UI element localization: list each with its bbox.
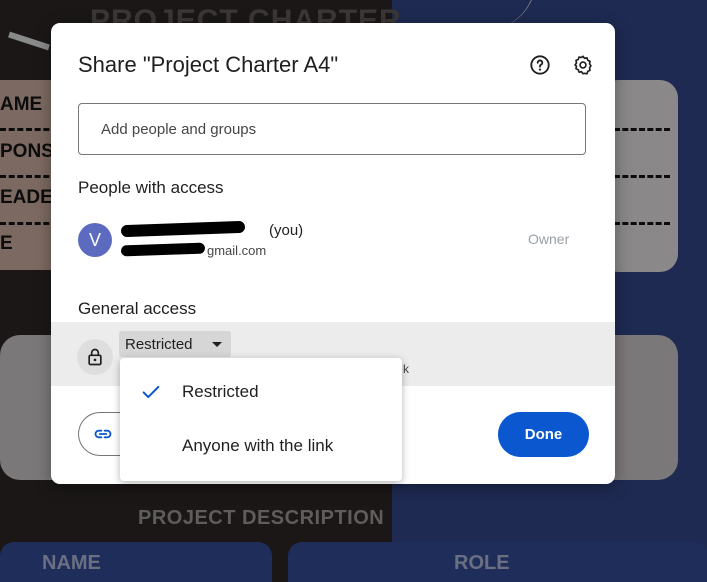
background-dash-line [0,128,58,131]
dialog-title: Share "Project Charter A4" [78,52,339,77]
background-label: E [0,233,13,254]
background-label: PONS [0,141,54,162]
access-level-menu: Restricted Anyone with the link [120,358,402,481]
people-with-access-heading: People with access [78,178,224,197]
check-icon [142,385,160,399]
access-level-select[interactable]: Restricted [119,331,231,357]
menu-item-anyone-with-link[interactable]: Anyone with the link [120,424,402,468]
background-dash-line [614,175,670,178]
avatar: V [78,223,112,257]
background-dash-line [614,128,670,131]
background-section-heading: PROJECT DESCRIPTION [138,507,385,529]
done-button[interactable]: Done [498,412,589,457]
lock-icon-container [77,339,113,375]
help-icon[interactable] [529,54,551,76]
owner-role-label: Owner [528,231,570,247]
caret-down-icon [212,342,222,347]
menu-item-label: Anyone with the link [182,436,334,455]
background-name-header: NAME [42,552,101,574]
gear-icon[interactable] [572,54,594,76]
access-description: k [403,362,409,376]
person-name-suffix: (you) [269,222,304,239]
general-access-heading: General access [78,299,197,318]
background-label: EADE [0,187,53,208]
background-dash-line [0,175,58,178]
menu-item-restricted[interactable]: Restricted [120,370,402,414]
lock-icon [88,348,102,366]
background-name-tab [0,542,272,582]
background-dash-line [0,222,58,225]
background-label: AME [0,94,43,115]
menu-item-label: Restricted [182,382,259,401]
background-stripe [8,31,50,51]
access-level-value: Restricted [125,335,193,353]
background-dash-line [614,222,670,225]
link-icon [94,429,112,439]
person-email-suffix: gmail.com [207,243,267,258]
add-people-input[interactable] [78,103,586,155]
background-role-header: ROLE [454,552,510,574]
